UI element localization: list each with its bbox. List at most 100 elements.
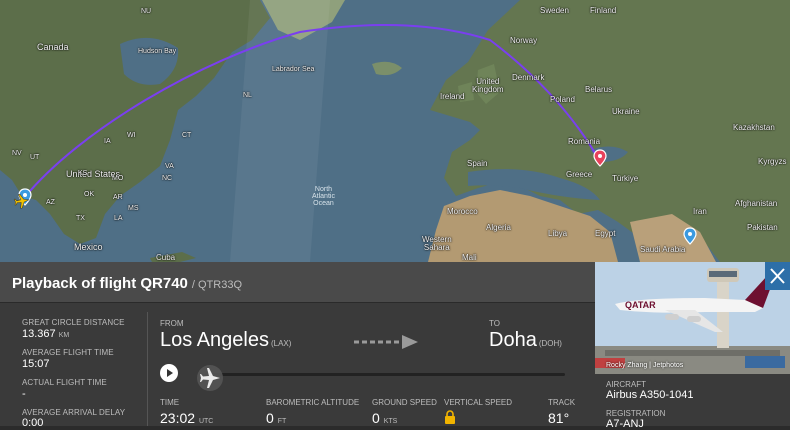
map-label-belarus: Belarus (585, 85, 613, 94)
stat-value-actual-flight-time: - (22, 388, 26, 400)
close-icon (770, 268, 785, 284)
livery-text: QATAR (625, 300, 656, 310)
metric-time-unit: UTC (198, 418, 214, 425)
panel-header: Playback of flight QR740/ QTR33Q (0, 262, 595, 303)
iceland-landmass (372, 61, 402, 76)
metric-time-text: 23:02 (160, 410, 196, 426)
map-label-libya: Libya (548, 229, 568, 238)
map-label-afghanistan: Afghanistan (735, 199, 778, 208)
metric-value-time: 23:02 UTC (160, 410, 213, 426)
to-city-name: Doha (489, 329, 537, 351)
map-label-iran: Iran (693, 207, 707, 216)
to-label: TO (489, 319, 500, 328)
map-label-az: AZ (46, 199, 55, 206)
map-label-kazakhstan: Kazakhstan (733, 123, 775, 132)
map-canvas (0, 0, 790, 262)
flight-title: Playback of flight QR740/ QTR33Q (12, 275, 242, 292)
to-city[interactable]: Doha (DOH) (489, 329, 562, 352)
map-label-sweden: Sweden (540, 6, 569, 15)
panel-divider (147, 312, 148, 426)
map-label-kyrgyz: Kyrgyzs (758, 157, 787, 166)
map-label-algeria: Algeria (486, 223, 511, 232)
stat-value-great-circle-distance: 13.367 KM (22, 328, 69, 340)
map-label-morocco: Morocco (447, 207, 478, 216)
metric-label-barometric-altitude: Barometric Altitude (266, 398, 360, 407)
aircraft-photo[interactable]: QATAR (595, 262, 790, 374)
map-label-ok: OK (84, 191, 95, 198)
map-label-ia: IA (104, 138, 111, 145)
map-label-va: VA (165, 163, 174, 170)
map-label-mexico: Mexico (74, 242, 103, 252)
close-button[interactable] (765, 262, 790, 290)
metric-label-track: Track (548, 398, 576, 407)
stat-label-actual-flight-time: Actual Flight Time (22, 378, 107, 387)
map-label-hudson-bay: Hudson Bay (138, 48, 177, 55)
map-label-ar: AR (113, 194, 123, 201)
map-label-ukraine: Ukraine (612, 107, 640, 116)
map-label-romania: Romania (568, 137, 601, 146)
aircraft-value: Airbus A350-1041 (606, 389, 694, 401)
metric-speed-text: 0 (372, 410, 380, 426)
from-city[interactable]: Los Angeles (LAX) (160, 329, 291, 352)
aircraft-photo-illustration: QATAR (595, 262, 790, 374)
map-label-norway: Norway (510, 36, 538, 45)
flight-title-text: Playback of flight QR740 (12, 275, 188, 292)
to-code: (DOH) (538, 339, 562, 348)
map-label-ms: MS (128, 205, 139, 212)
playback-scrubber[interactable] (197, 365, 223, 391)
aircraft-panel: QATAR (595, 262, 790, 426)
metric-label-vertical-speed: Vertical Speed (444, 398, 513, 407)
map-label-canada: Canada (37, 42, 69, 52)
map-label-cuba: Cuba (156, 253, 176, 262)
map-label-ut: UT (30, 154, 40, 161)
map-label-labrador-sea: Labrador Sea (272, 66, 315, 73)
map-label-nc: NC (162, 175, 173, 182)
stat-unit: KM (58, 332, 70, 339)
map-label-egypt: Egypt (595, 229, 616, 238)
map-label-pakistan: Pakistan (747, 223, 778, 232)
map-label-finland: Finland (590, 6, 617, 15)
map-label-north-atlantic-ocean: North Atlantic Ocean (312, 186, 335, 207)
flight-map[interactable]: Canada Hudson Bay Labrador Sea United St… (0, 0, 790, 262)
map-label-mo: MO (112, 175, 124, 182)
map-label-wi: WI (127, 132, 136, 139)
map-label-ireland: Ireland (440, 92, 465, 101)
metric-altitude-unit: FT (277, 418, 287, 425)
stat-value-text: 13.367 (22, 328, 56, 340)
stat-value-average-arrival-delay: 0:00 (22, 417, 44, 429)
map-label-united-kingdom: United Kingdom (472, 77, 504, 94)
playback-timeline[interactable] (205, 373, 565, 376)
photo-credit[interactable]: Rocky Zhang | Jetphotos (606, 362, 683, 369)
route-arrow-icon (354, 335, 418, 349)
registration-label: REGISTRATION (606, 409, 666, 418)
from-city-name: Los Angeles (160, 329, 269, 351)
map-label-western-sahara: Western Sahara (422, 235, 452, 252)
map-label-tx: TX (76, 215, 85, 222)
metric-speed-unit: KTS (383, 418, 398, 425)
airplane-icon (200, 368, 220, 388)
play-button[interactable] (160, 364, 178, 382)
metric-label-time: Time (160, 398, 180, 407)
map-label-saudi-arabia: Saudi Arabia (640, 245, 686, 254)
map-label-poland: Poland (550, 95, 575, 104)
map-label-nu: NU (141, 8, 152, 15)
map-label-spain: Spain (467, 159, 488, 168)
map-label-mali: Mali (462, 253, 477, 262)
stat-label-average-arrival-delay: Average Arrival Delay (22, 408, 126, 417)
aircraft-label: AIRCRAFT (606, 380, 646, 389)
lock-icon[interactable] (444, 410, 456, 424)
flight-callsign: / QTR33Q (191, 279, 243, 291)
map-label-nv: NV (12, 150, 22, 157)
metric-label-ground-speed: Ground Speed (372, 398, 437, 407)
metric-value-ground-speed: 0 KTS (372, 410, 397, 426)
from-label: FROM (160, 319, 184, 328)
from-code: (LAX) (270, 339, 292, 348)
map-label-ct: CT (182, 132, 192, 139)
metric-value-track: 81° (548, 410, 570, 426)
map-label-la: LA (114, 215, 123, 222)
metric-value-barometric-altitude: 0 FT (266, 410, 286, 426)
stat-label-great-circle-distance: Great Circle Distance (22, 318, 125, 327)
metric-altitude-text: 0 (266, 410, 274, 426)
map-label-greece: Greece (566, 170, 593, 179)
stat-label-average-flight-time: Average Flight Time (22, 348, 114, 357)
